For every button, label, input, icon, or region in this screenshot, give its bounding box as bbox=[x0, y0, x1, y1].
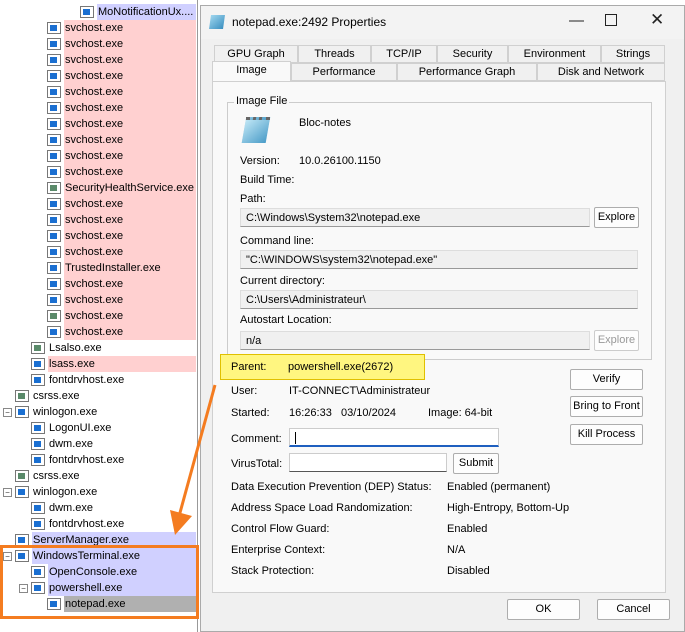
arrow-line bbox=[176, 384, 217, 521]
annotation-arrow bbox=[170, 384, 217, 535]
arrow-head bbox=[170, 510, 192, 535]
